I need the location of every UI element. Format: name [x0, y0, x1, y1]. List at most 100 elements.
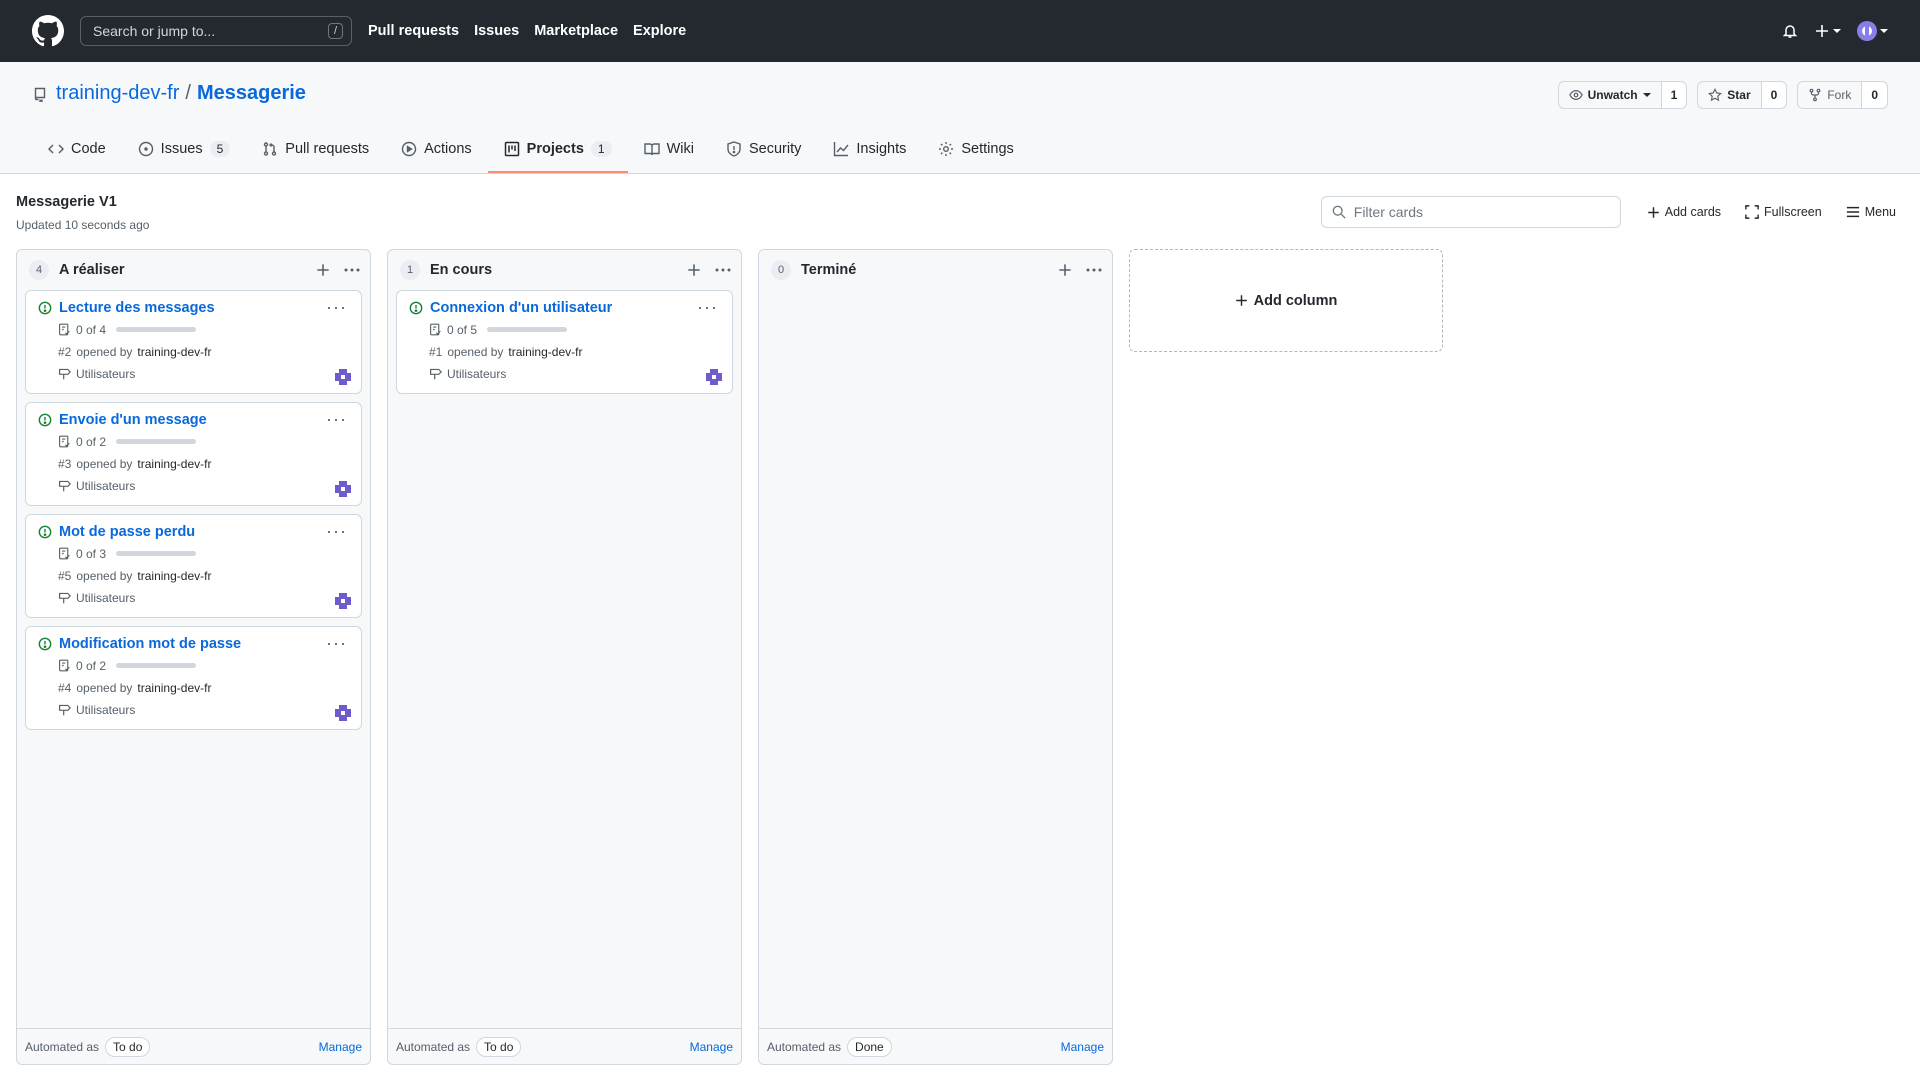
card-menu-icon[interactable]: ···: [326, 409, 347, 430]
menu-button[interactable]: Menu: [1846, 205, 1896, 219]
star-label: Star: [1727, 88, 1751, 102]
card-menu-icon[interactable]: ···: [697, 297, 718, 318]
star-count[interactable]: 0: [1761, 82, 1787, 108]
project-updated: Updated 10 seconds ago: [16, 218, 150, 232]
card-title-link[interactable]: Connexion d'un utilisateur: [430, 300, 612, 316]
star-button[interactable]: Star: [1698, 82, 1762, 108]
tab-security[interactable]: Security: [710, 127, 817, 173]
card-title-link[interactable]: Modification mot de passe: [59, 636, 241, 652]
assignee-avatar[interactable]: [333, 703, 353, 723]
tab-settings[interactable]: Settings: [922, 127, 1029, 173]
card-task-count: 0 of 2: [76, 434, 107, 449]
caret-down-icon: [1642, 93, 1651, 97]
assignee-avatar[interactable]: [333, 367, 353, 387]
card-issue-number: #3: [58, 456, 72, 471]
nav-explore[interactable]: Explore: [633, 23, 686, 39]
nav-marketplace[interactable]: Marketplace: [534, 23, 618, 39]
search-shortcut-key: /: [327, 23, 343, 39]
tab-wiki[interactable]: Wiki: [628, 127, 710, 173]
issue-card[interactable]: Modification mot de passe ··· 0 of 2 #4 …: [25, 626, 362, 730]
fullscreen-button[interactable]: Fullscreen: [1745, 205, 1822, 219]
kebab-horizontal-icon[interactable]: [344, 263, 360, 277]
card-meta: #5 opened by training-dev-fr: [58, 567, 351, 584]
add-card-plus-icon[interactable]: [316, 263, 330, 277]
add-card-plus-icon[interactable]: [687, 263, 701, 277]
assignee-avatar[interactable]: [333, 479, 353, 499]
card-milestone[interactable]: Utilisateurs: [76, 367, 135, 381]
bell-icon[interactable]: [1782, 23, 1798, 39]
project-icon: [504, 141, 519, 157]
automated-label: Automated as: [25, 1039, 100, 1054]
github-logo-icon[interactable]: [32, 15, 64, 47]
card-author[interactable]: training-dev-fr: [137, 345, 211, 359]
card-milestone[interactable]: Utilisateurs: [447, 367, 506, 381]
issue-opened-icon: [38, 413, 52, 427]
card-title-link[interactable]: Envoie d'un message: [59, 412, 207, 428]
tab-issues-label: Issues: [160, 141, 203, 157]
repo-owner-link[interactable]: training-dev-fr: [56, 82, 179, 105]
unwatch-button[interactable]: Unwatch: [1559, 82, 1662, 108]
manage-automation-link[interactable]: Manage: [690, 1040, 733, 1054]
tab-code[interactable]: Code: [32, 127, 122, 173]
card-milestone[interactable]: Utilisateurs: [76, 703, 135, 717]
card-author[interactable]: training-dev-fr: [137, 569, 211, 583]
card-task-count: 0 of 2: [76, 658, 107, 673]
assignee-avatar[interactable]: [704, 367, 724, 387]
card-opened-by: opened by: [76, 344, 133, 359]
add-cards-button[interactable]: Add cards: [1647, 205, 1721, 219]
column-name: Terminé: [801, 262, 857, 278]
manage-automation-link[interactable]: Manage: [319, 1040, 362, 1054]
card-title-row: Connexion d'un utilisateur: [409, 300, 722, 316]
tab-pull-requests[interactable]: Pull requests: [246, 127, 385, 173]
checklist-icon: [59, 659, 70, 672]
kebab-horizontal-icon[interactable]: [1086, 263, 1102, 277]
column-header: 0 Terminé: [759, 250, 1112, 290]
search-input[interactable]: Search or jump to... /: [80, 16, 352, 46]
add-column-button[interactable]: Add column: [1129, 249, 1443, 352]
tab-insights[interactable]: Insights: [817, 127, 922, 173]
card-title-link[interactable]: Lecture des messages: [59, 300, 215, 316]
play-icon: [401, 141, 417, 157]
checklist-icon: [430, 323, 441, 336]
user-menu-dropdown[interactable]: [1857, 21, 1888, 41]
issue-card[interactable]: Lecture des messages ··· 0 of 4 #2 opene…: [25, 290, 362, 394]
watch-count[interactable]: 1: [1661, 82, 1687, 108]
card-milestone[interactable]: Utilisateurs: [76, 591, 135, 605]
card-task-count: 0 of 3: [76, 546, 107, 561]
tab-actions[interactable]: Actions: [385, 127, 488, 173]
column-card-count: 4: [29, 260, 49, 280]
card-milestone[interactable]: Utilisateurs: [76, 479, 135, 493]
card-title-link[interactable]: Mot de passe perdu: [59, 524, 195, 540]
card-author[interactable]: training-dev-fr: [508, 345, 582, 359]
card-menu-icon[interactable]: ···: [326, 297, 347, 318]
fork-count[interactable]: 0: [1862, 82, 1887, 108]
repo-header: training-dev-fr / Messagerie Unwatch 1 S…: [0, 62, 1920, 174]
nav-pull-requests[interactable]: Pull requests: [368, 23, 459, 39]
card-menu-icon[interactable]: ···: [326, 633, 347, 654]
fork-button[interactable]: Fork: [1798, 82, 1863, 108]
card-author[interactable]: training-dev-fr: [137, 457, 211, 471]
book-icon: [643, 143, 660, 156]
header-actions: [1782, 21, 1888, 41]
card-tasks: 0 of 3: [58, 545, 351, 562]
column-footer: Automated as To do Manage: [388, 1028, 741, 1064]
global-header: Search or jump to... / Pull requests Iss…: [0, 0, 1920, 62]
tab-projects[interactable]: Projects 1: [487, 127, 628, 173]
project-board: 4 A réaliser Lecture des messages ··· 0 …: [16, 249, 1443, 1065]
card-menu-icon[interactable]: ···: [326, 521, 347, 542]
tab-issues[interactable]: Issues 5: [122, 127, 247, 173]
issue-card[interactable]: Envoie d'un message ··· 0 of 2 #3 opened…: [25, 402, 362, 506]
filter-cards-input[interactable]: Filter cards: [1320, 196, 1621, 228]
fork-button-group: Fork 0: [1797, 81, 1888, 109]
add-card-plus-icon[interactable]: [1058, 263, 1072, 277]
kebab-horizontal-icon[interactable]: [715, 263, 731, 277]
assignee-avatar[interactable]: [333, 591, 353, 611]
nav-issues[interactable]: Issues: [474, 23, 519, 39]
card-author[interactable]: training-dev-fr: [137, 681, 211, 695]
repo-name-link[interactable]: Messagerie: [197, 82, 306, 105]
issue-card[interactable]: Connexion d'un utilisateur ··· 0 of 5 #1…: [396, 290, 733, 394]
create-new-dropdown[interactable]: [1814, 23, 1841, 39]
issue-card[interactable]: Mot de passe perdu ··· 0 of 3 #5 opened …: [25, 514, 362, 618]
manage-automation-link[interactable]: Manage: [1061, 1040, 1104, 1054]
tab-projects-counter: 1: [590, 141, 612, 157]
